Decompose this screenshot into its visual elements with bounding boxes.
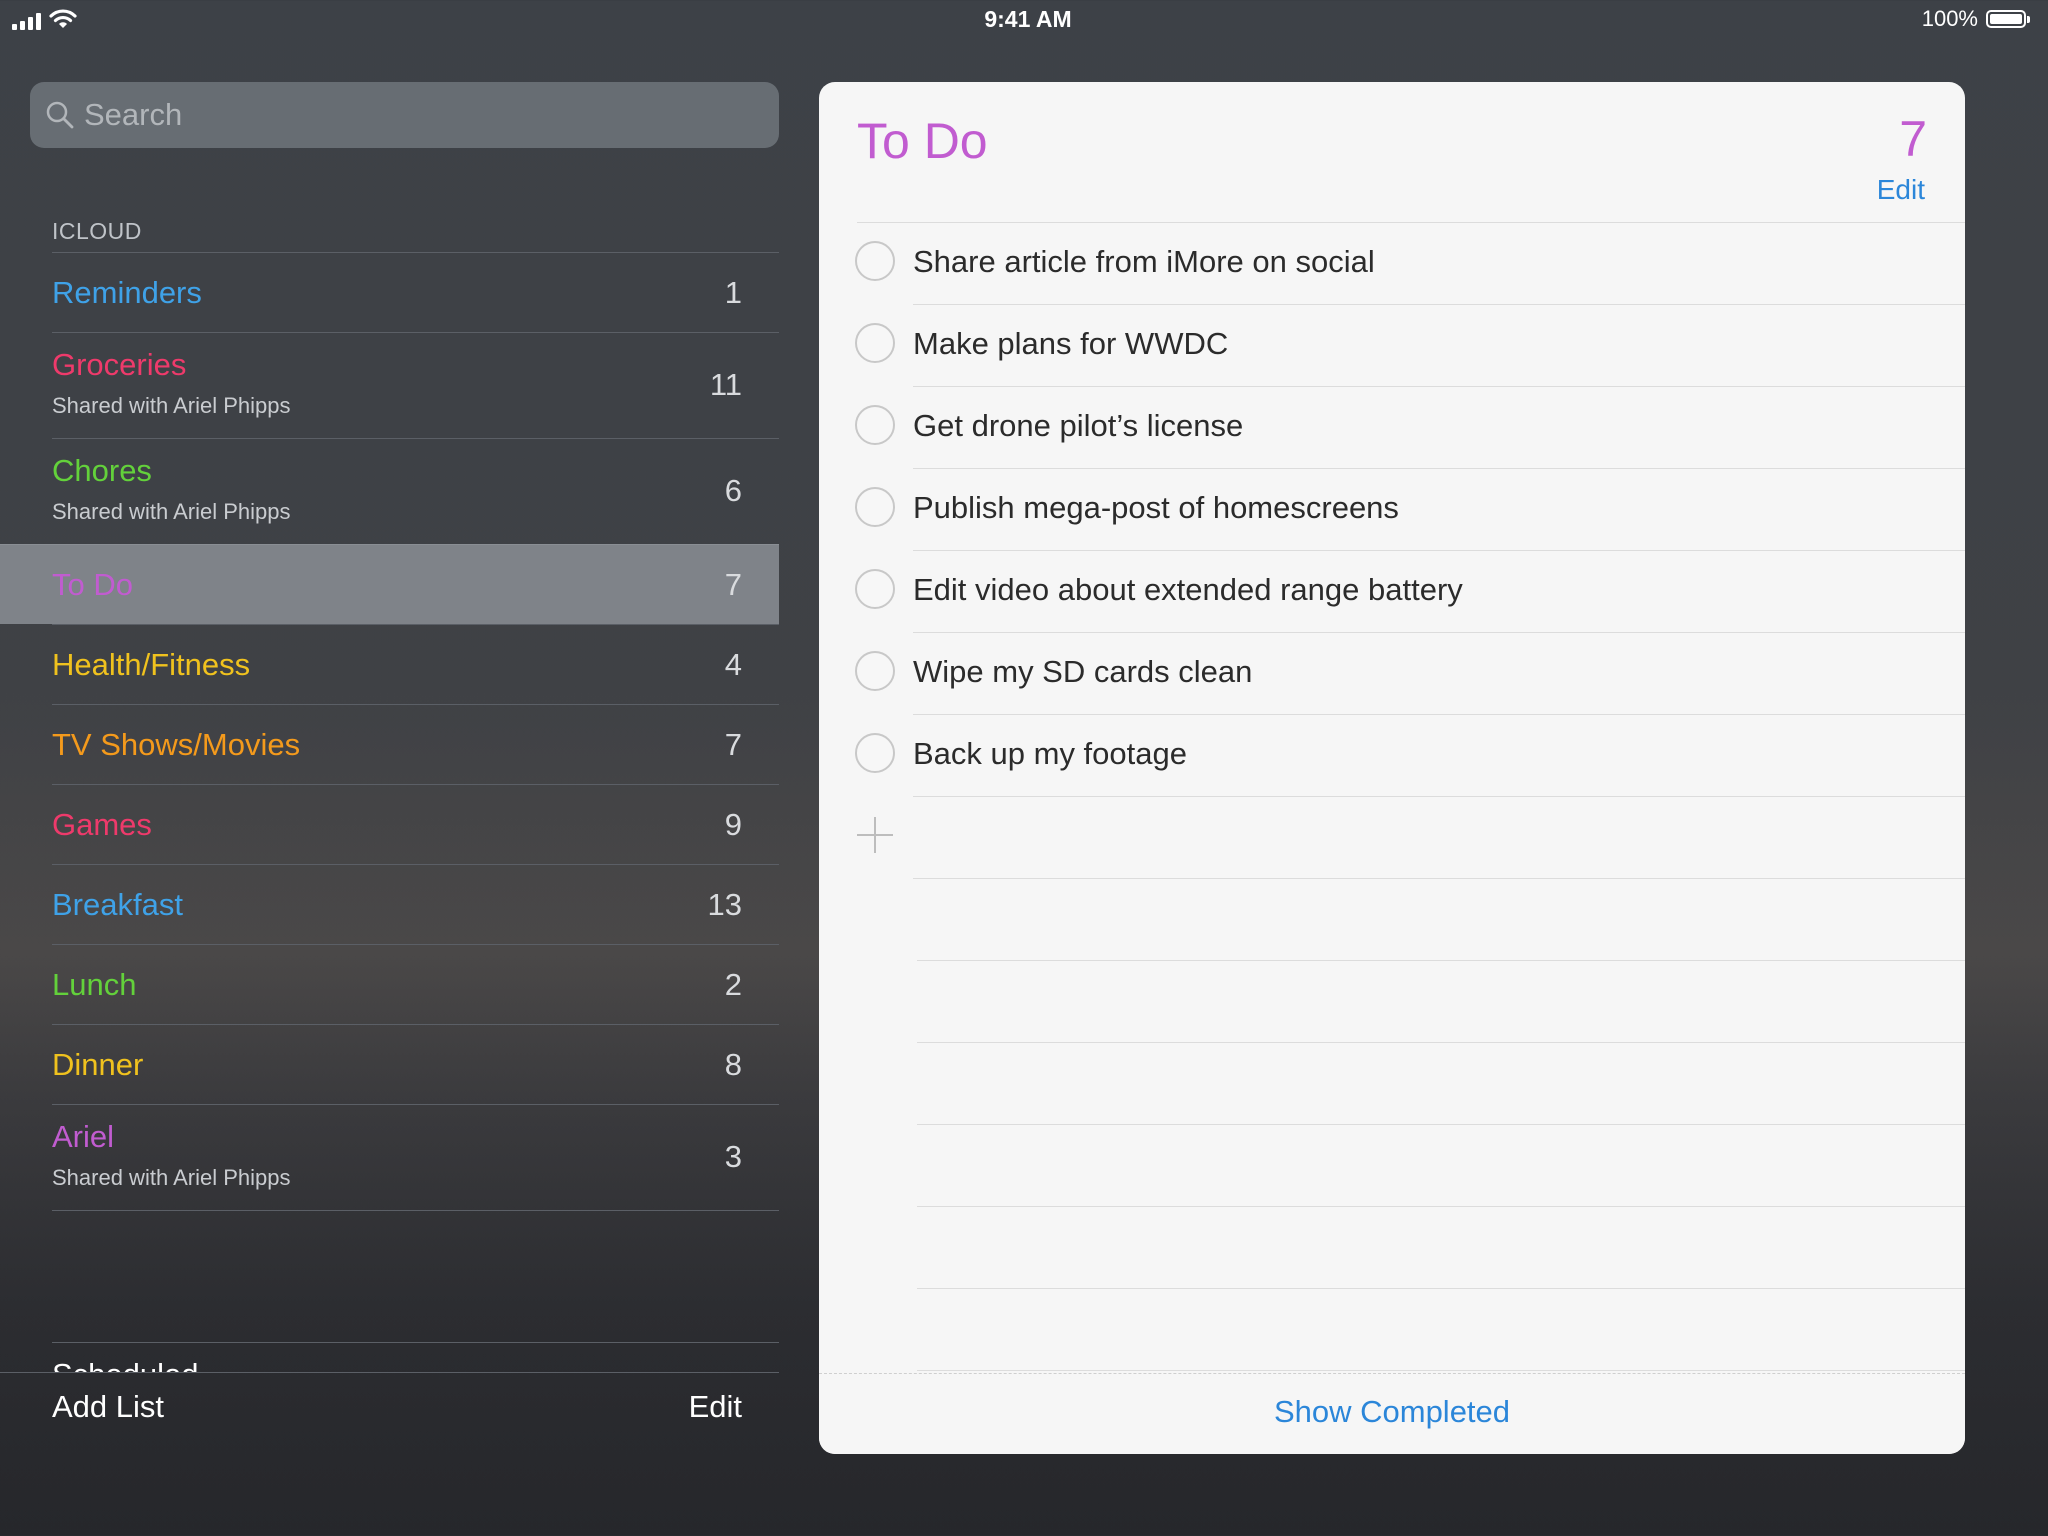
list-subtitle: Shared with Ariel Phipps — [52, 1165, 291, 1190]
add-list-button[interactable]: Add List — [52, 1389, 164, 1425]
sidebar-list-item[interactable]: Groceries Shared with Ariel Phipps 11 — [52, 332, 779, 438]
status-bar: 9:41 AM 100% — [0, 0, 2048, 40]
plus-icon[interactable] — [857, 817, 893, 853]
detail-footer: Show Completed — [819, 1373, 1965, 1454]
list-item-count: 7 — [1899, 111, 1927, 167]
edit-list-button[interactable]: Edit — [1877, 174, 1925, 206]
blank-line — [917, 1125, 1965, 1207]
list-count: 6 — [724, 473, 742, 508]
list-name: TV Shows/Movies — [52, 727, 301, 762]
list-count: 4 — [724, 647, 742, 682]
battery-icon — [1986, 10, 2030, 28]
list-name: Lunch — [52, 967, 137, 1002]
sidebar-list-item[interactable]: Breakfast 13 — [52, 864, 779, 944]
complete-checkbox[interactable] — [855, 323, 895, 363]
list-subtitle: Shared with Ariel Phipps — [52, 393, 291, 418]
list-count: 2 — [724, 967, 742, 1002]
complete-checkbox[interactable] — [855, 487, 895, 527]
complete-checkbox[interactable] — [855, 651, 895, 691]
list-detail-panel: To Do 7 Edit Share article from iMore on… — [819, 82, 1965, 1454]
list-divider — [52, 1210, 779, 1211]
list-count: 1 — [724, 275, 742, 310]
reminder-item[interactable]: Wipe my SD cards clean — [855, 633, 1965, 715]
reminder-item[interactable]: Edit video about extended range battery — [855, 551, 1965, 633]
search-input[interactable]: Search — [30, 82, 779, 148]
list-name: To Do — [52, 567, 133, 602]
list-count: 3 — [724, 1139, 742, 1174]
sidebar-list-item[interactable]: To Do 7 — [0, 544, 779, 624]
reminder-text: Back up my footage — [913, 736, 1187, 771]
list-count: 7 — [724, 727, 742, 762]
reminder-items: Share article from iMore on social Make p… — [819, 222, 1965, 1371]
sidebar-list-item[interactable]: Health/Fitness 4 — [52, 624, 779, 704]
search-placeholder: Search — [84, 97, 183, 132]
reminder-item[interactable]: Back up my footage — [855, 715, 1965, 797]
blank-line — [917, 1289, 1965, 1371]
list-name: Games — [52, 807, 152, 842]
list-name: Reminders — [52, 275, 202, 310]
reminder-text: Share article from iMore on social — [913, 244, 1375, 279]
sidebar-list-item[interactable]: Ariel Shared with Ariel Phipps 3 — [52, 1104, 779, 1210]
scheduled-label: Scheduled — [52, 1357, 199, 1373]
list-count: 7 — [724, 567, 742, 602]
battery-fill — [1990, 14, 2022, 24]
reminder-text: Wipe my SD cards clean — [913, 654, 1253, 689]
reminder-item[interactable]: Publish mega-post of homescreens — [855, 469, 1965, 551]
section-header-icloud: ICLOUD — [52, 218, 142, 244]
sidebar-list-item[interactable]: TV Shows/Movies 7 — [52, 704, 779, 784]
complete-checkbox[interactable] — [855, 241, 895, 281]
list-name: Breakfast — [52, 887, 183, 922]
list-count: 11 — [709, 367, 742, 402]
show-completed-button[interactable]: Show Completed — [1274, 1394, 1510, 1430]
reminder-item[interactable]: Make plans for WWDC — [855, 305, 1965, 387]
blank-line — [917, 1043, 1965, 1125]
list-name: Groceries — [52, 347, 187, 382]
reminder-lists: Reminders 1 Groceries Shared with Ariel Phi… — [0, 252, 779, 1211]
reminder-text: Edit video about extended range battery — [913, 572, 1463, 607]
sidebar-list-item[interactable]: Dinner 8 — [52, 1024, 779, 1104]
list-name: Chores — [52, 453, 152, 488]
reminder-item[interactable]: Share article from iMore on social — [855, 223, 1965, 305]
new-reminder-row[interactable] — [857, 797, 1965, 879]
reminder-text: Publish mega-post of homescreens — [913, 490, 1399, 525]
sidebar-list-item[interactable]: Games 9 — [52, 784, 779, 864]
sidebar-list-item[interactable]: Reminders 1 — [52, 252, 779, 332]
status-time: 9:41 AM — [984, 6, 1072, 32]
sidebar-list-item[interactable]: Chores Shared with Ariel Phipps 6 — [52, 438, 779, 544]
blank-line — [917, 879, 1965, 961]
search-icon — [44, 99, 76, 131]
reminder-text: Get drone pilot’s license — [913, 408, 1244, 443]
list-name: Dinner — [52, 1047, 144, 1082]
complete-checkbox[interactable] — [855, 569, 895, 609]
complete-checkbox[interactable] — [855, 405, 895, 445]
reminder-item[interactable]: Get drone pilot’s license — [855, 387, 1965, 469]
blank-line — [917, 961, 1965, 1043]
list-count: 13 — [707, 887, 742, 922]
scheduled-list-item[interactable]: Scheduled — [52, 1342, 779, 1373]
list-name: Ariel — [52, 1119, 115, 1154]
list-count: 8 — [724, 1047, 742, 1082]
reminder-text: Make plans for WWDC — [913, 326, 1229, 361]
sidebar-list-item[interactable]: Lunch 2 — [52, 944, 779, 1024]
sidebar-toolbar: Add List Edit — [0, 1372, 779, 1453]
list-subtitle: Shared with Ariel Phipps — [52, 499, 291, 524]
list-name: Health/Fitness — [52, 647, 251, 682]
list-title: To Do — [857, 113, 988, 169]
complete-checkbox[interactable] — [855, 733, 895, 773]
blank-line — [917, 1207, 1965, 1289]
battery-percentage: 100% — [1921, 6, 1978, 31]
edit-lists-button[interactable]: Edit — [689, 1389, 742, 1425]
list-count: 9 — [724, 807, 742, 842]
status-right: 100% — [1921, 6, 2030, 32]
